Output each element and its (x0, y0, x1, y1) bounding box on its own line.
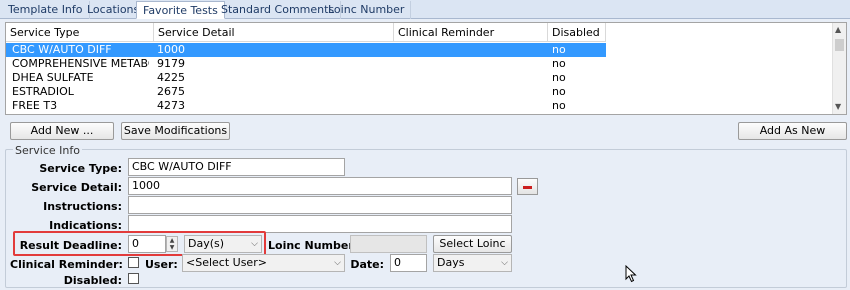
service-type-cell: CBC W/AUTO DIFF (12, 43, 112, 56)
clinical-reminder-checkbox[interactable] (128, 257, 139, 268)
add-new-button[interactable]: Add New ... (10, 122, 114, 140)
table-row[interactable]: CBC W/AUTO DIFF 1000 no (6, 43, 606, 57)
add-as-new-button[interactable]: Add As New (738, 122, 847, 140)
disabled-cell: no (552, 43, 566, 56)
service-detail-label: Service Detail: (31, 181, 122, 194)
service-type-cell: COMPREHENSIVE METABOL... (12, 57, 149, 70)
table-row[interactable]: COMPREHENSIVE METABOL... 9179 no (6, 57, 606, 71)
column-header-service-detail[interactable]: Service Detail (154, 23, 394, 42)
instructions-field[interactable] (128, 196, 512, 214)
column-header-disabled[interactable]: Disabled (548, 23, 606, 42)
clinical-reminder-cell (394, 99, 544, 113)
date-label: Date: (350, 258, 384, 271)
disabled-cell: no (552, 57, 566, 70)
service-detail-cell: 1000 (157, 43, 185, 56)
tab-loinc-number[interactable]: Loinc Number (322, 1, 412, 19)
service-type-cell: FREE T3 (12, 99, 58, 112)
clinical-reminder-cell (394, 57, 544, 71)
service-detail-cell: 4273 (157, 99, 185, 112)
tab-favorite-tests[interactable]: Favorite Tests (136, 1, 225, 19)
table-row[interactable]: FREE T3 4273 no (6, 99, 606, 113)
table-row[interactable]: ESTRADIOL 2675 no (6, 85, 606, 99)
instructions-label: Instructions: (43, 200, 122, 213)
column-header-service-type[interactable]: Service Type (6, 23, 154, 42)
service-detail-cell: 9179 (157, 57, 185, 70)
clinical-reminder-cell (394, 43, 544, 57)
mouse-cursor-icon (625, 265, 637, 283)
service-type-cell: DHEA SULFATE (12, 71, 94, 84)
remove-detail-button[interactable] (517, 178, 538, 195)
service-type-field[interactable]: CBC W/AUTO DIFF (128, 158, 345, 176)
loinc-number-label: Loinc Number: (268, 239, 359, 252)
user-select-value: <Select User> (186, 256, 267, 269)
scroll-up-arrow-icon[interactable]: ▲ (835, 25, 841, 34)
scroll-down-arrow-icon[interactable]: ▼ (835, 102, 841, 111)
save-modifications-button[interactable]: Save Modifications (121, 122, 230, 140)
chevron-down-icon: ⌵ (334, 258, 341, 268)
table-row[interactable]: DHEA SULFATE 4225 no (6, 71, 606, 85)
disabled-checkbox[interactable] (128, 273, 139, 284)
disabled-cell: no (552, 71, 566, 84)
date-unit-value: Days (437, 256, 465, 269)
result-deadline-highlight (13, 231, 266, 256)
scroll-thumb[interactable] (835, 39, 844, 51)
tab-template-info[interactable]: Template Info (2, 1, 90, 19)
date-unit-select[interactable]: Days ⌵ (433, 254, 512, 272)
select-loinc-button[interactable]: Select Loinc (433, 235, 512, 253)
service-detail-cell: 4225 (157, 71, 185, 84)
service-detail-cell: 2675 (157, 85, 185, 98)
disabled-label: Disabled: (63, 274, 122, 287)
service-info-title: Service Info (13, 144, 82, 157)
column-header-clinical-reminder[interactable]: Clinical Reminder (394, 23, 548, 42)
loinc-number-field (350, 235, 427, 253)
minus-icon (523, 186, 532, 189)
chevron-down-icon: ⌵ (501, 258, 508, 268)
date-field[interactable]: 0 (390, 254, 427, 272)
disabled-cell: no (552, 99, 566, 112)
tab-bar: Template Info Locations Favorite Tests S… (0, 0, 850, 19)
grid-vertical-scrollbar[interactable]: ▲ ▼ (832, 23, 846, 114)
favorite-tests-grid[interactable]: Service Type Service Detail Clinical Rem… (5, 22, 847, 115)
disabled-cell: no (552, 85, 566, 98)
service-type-cell: ESTRADIOL (12, 85, 74, 98)
service-type-label: Service Type: (39, 162, 122, 175)
user-label: User: (145, 258, 178, 271)
service-detail-field[interactable]: 1000 (128, 177, 512, 195)
clinical-reminder-cell (394, 71, 544, 85)
user-select[interactable]: <Select User> ⌵ (182, 254, 345, 272)
clinical-reminder-label: Clinical Reminder: (10, 258, 123, 271)
clinical-reminder-cell (394, 85, 544, 99)
